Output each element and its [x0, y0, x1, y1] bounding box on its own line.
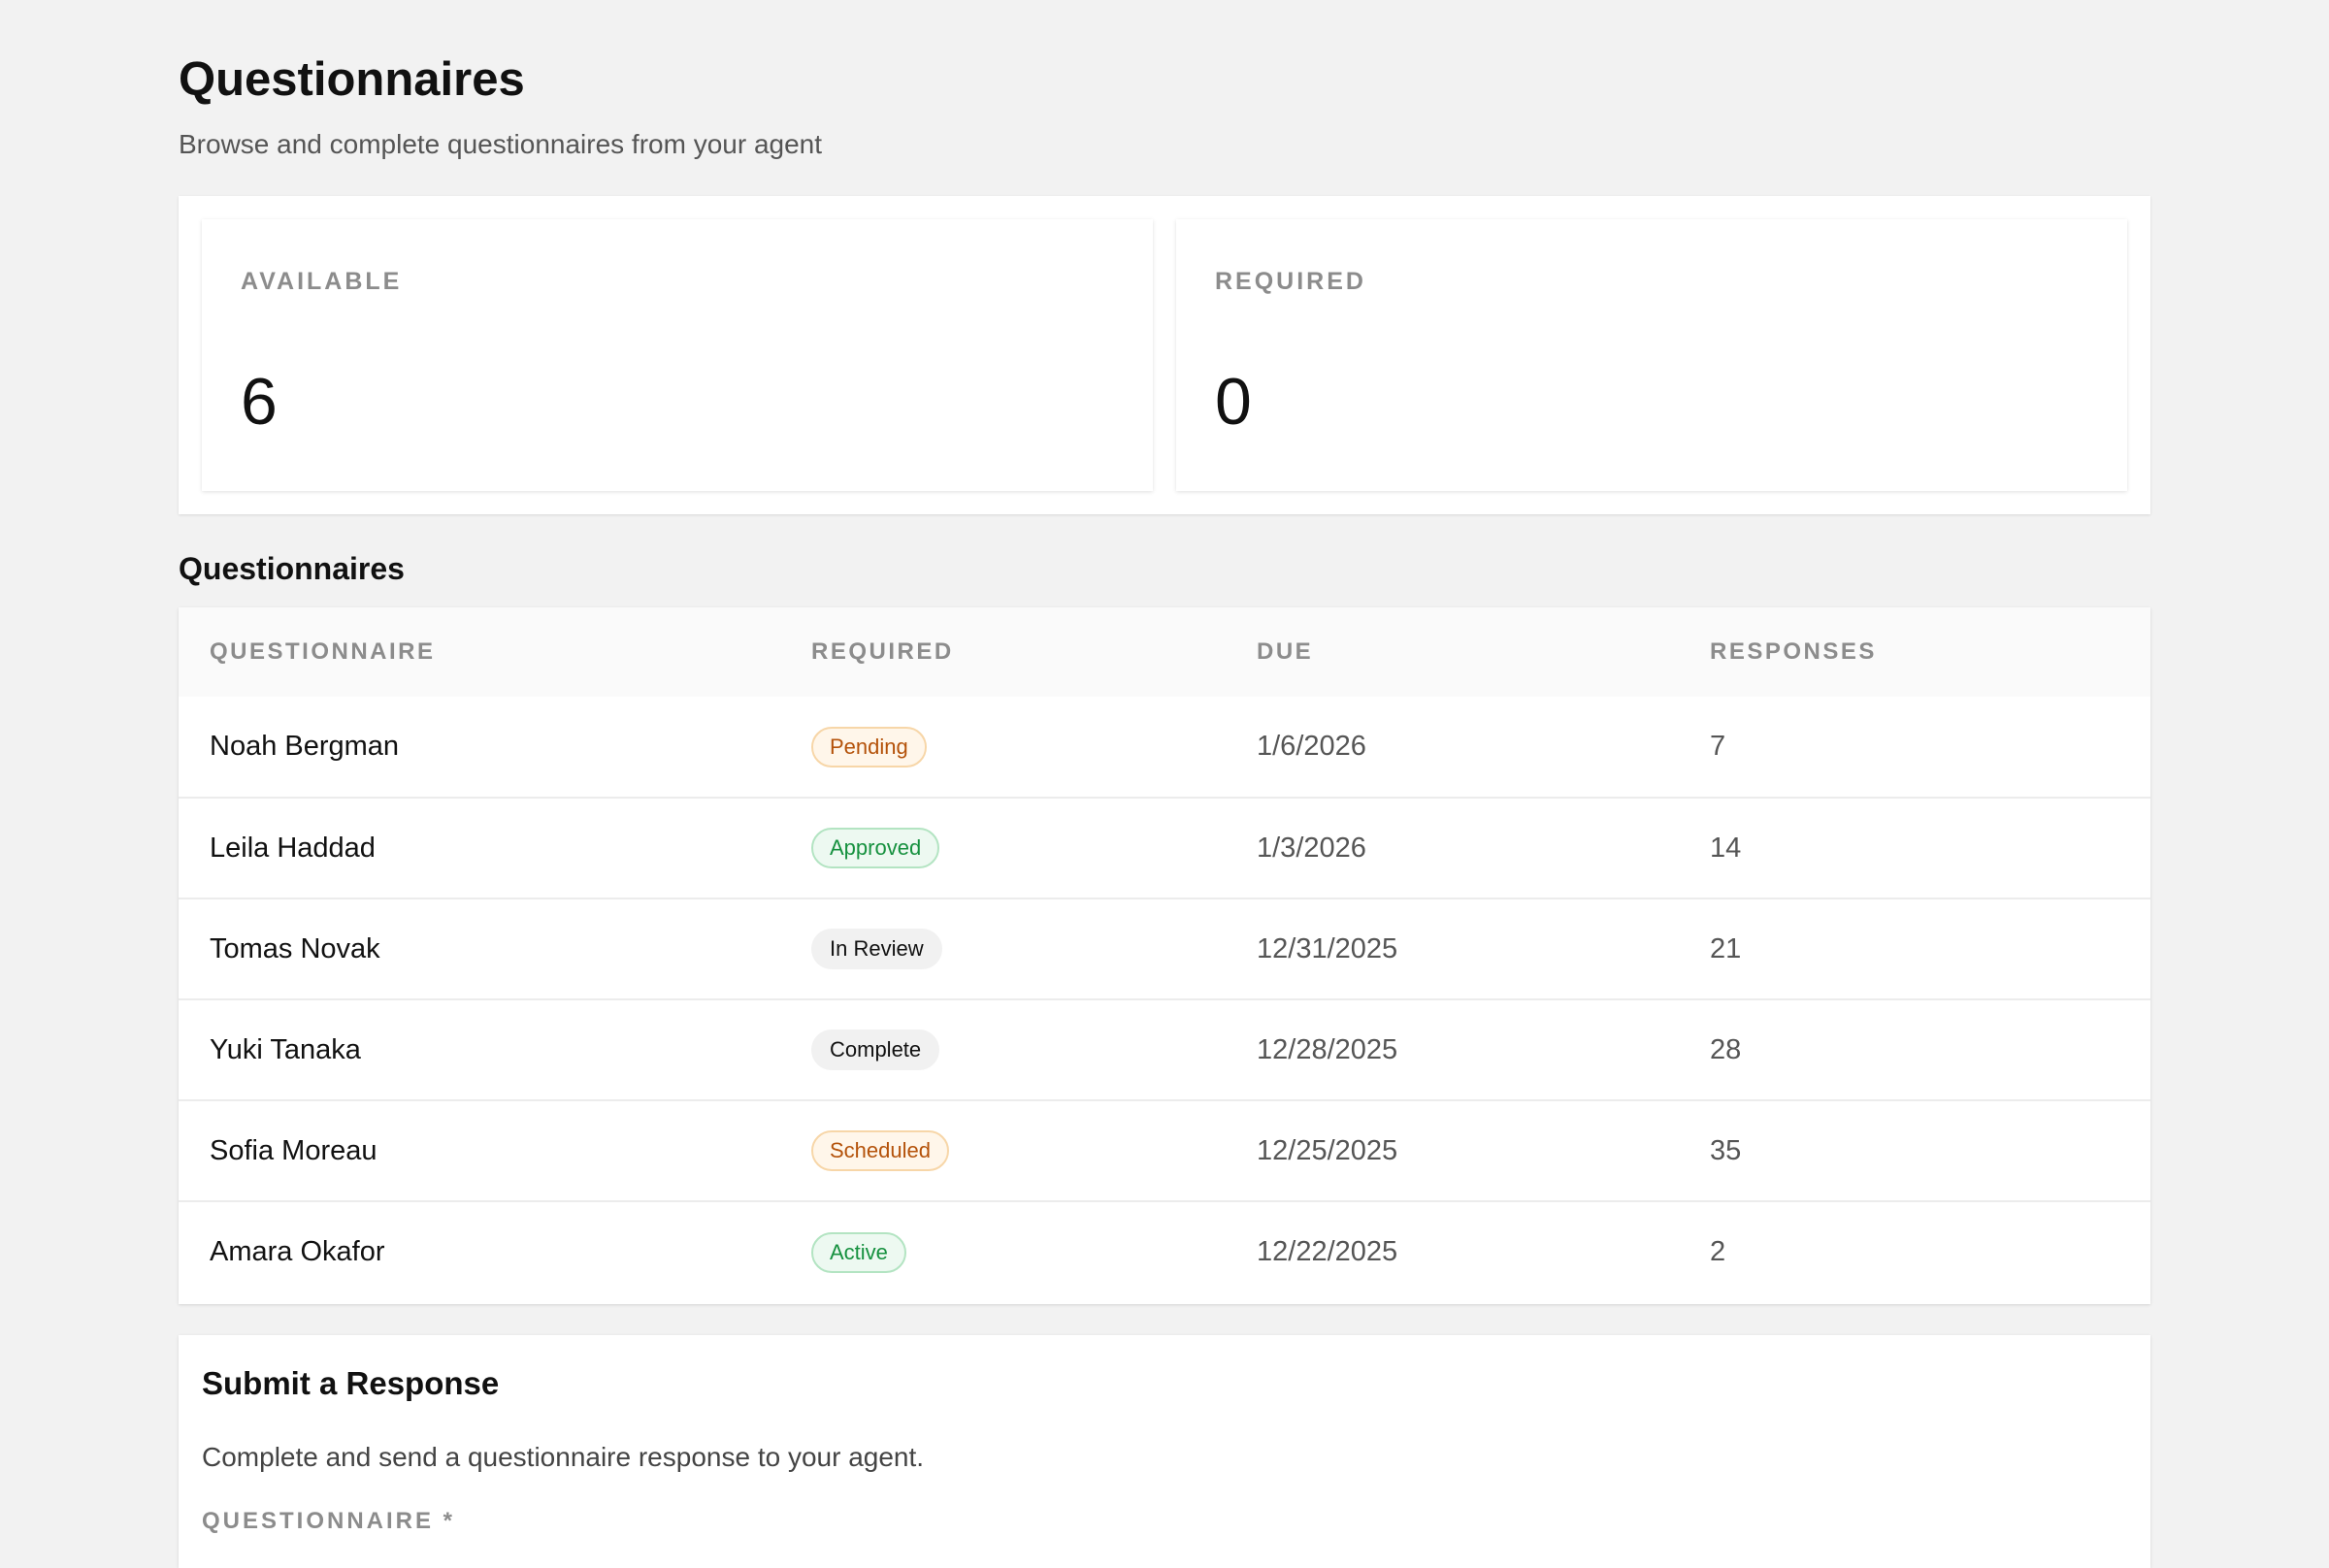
stats-panel: AVAILABLE 6 REQUIRED 0 [179, 196, 2150, 514]
status-badge: Scheduled [811, 1130, 949, 1171]
responses-count: 14 [1710, 832, 1742, 864]
due-date: 12/28/2025 [1257, 1033, 1398, 1065]
table-row[interactable]: Amara Okafor Active 12/22/2025 2 [179, 1201, 2150, 1302]
due-date: 12/25/2025 [1257, 1134, 1398, 1166]
table-row[interactable]: Leila Haddad Approved 1/3/2026 14 [179, 798, 2150, 898]
due-date: 12/31/2025 [1257, 932, 1398, 964]
stat-card-available: AVAILABLE 6 [202, 219, 1153, 491]
column-header-required[interactable]: REQUIRED [780, 607, 1226, 697]
questionnaire-name: Noah Bergman [210, 731, 400, 762]
questionnaires-table-card: QUESTIONNAIRE REQUIRED DUE RESPONSES Noa… [179, 607, 2150, 1304]
page-title: Questionnaires [179, 53, 525, 106]
status-badge: In Review [811, 929, 942, 969]
stat-card-required: REQUIRED 0 [1176, 219, 2127, 491]
status-badge: Pending [811, 726, 927, 768]
status-badge: Complete [811, 1029, 940, 1070]
submit-response-description: Complete and send a questionnaire respon… [202, 1442, 925, 1472]
responses-count: 7 [1710, 731, 1726, 762]
responses-count: 35 [1710, 1134, 1742, 1166]
table-row[interactable]: Tomas Novak In Review 12/31/2025 21 [179, 898, 2150, 999]
questionnaire-name: Amara Okafor [210, 1236, 385, 1267]
submit-response-card: Submit a Response Complete and send a qu… [179, 1335, 2150, 1568]
status-badge: Approved [811, 828, 940, 868]
questionnaire-name: Yuki Tanaka [210, 1033, 361, 1065]
stat-value-required: 0 [1215, 365, 1252, 439]
stat-value-available: 6 [241, 365, 278, 439]
due-date: 12/22/2025 [1257, 1236, 1398, 1267]
table-row[interactable]: Yuki Tanaka Complete 12/28/2025 28 [179, 999, 2150, 1100]
status-badge: Active [811, 1231, 906, 1273]
questionnaire-name: Leila Haddad [210, 832, 376, 864]
due-date: 1/6/2026 [1257, 731, 1366, 762]
responses-count: 28 [1710, 1033, 1742, 1065]
table-row[interactable]: Sofia Moreau Scheduled 12/25/2025 35 [179, 1100, 2150, 1201]
page-subtitle: Browse and complete questionnaires from … [179, 129, 823, 159]
table-row[interactable]: Noah Bergman Pending 1/6/2026 7 [179, 697, 2150, 798]
table-header-row: QUESTIONNAIRE REQUIRED DUE RESPONSES [179, 607, 2150, 697]
questionnaires-table: QUESTIONNAIRE REQUIRED DUE RESPONSES Noa… [179, 607, 2150, 1302]
submit-response-title: Submit a Response [202, 1365, 500, 1401]
stat-label-available: AVAILABLE [241, 268, 403, 295]
responses-count: 2 [1710, 1236, 1726, 1267]
column-header-questionnaire[interactable]: QUESTIONNAIRE [179, 607, 780, 697]
stat-label-required: REQUIRED [1215, 268, 1366, 295]
column-header-responses[interactable]: RESPONSES [1679, 607, 2150, 697]
column-header-due[interactable]: DUE [1226, 607, 1679, 697]
questionnaire-name: Tomas Novak [210, 932, 380, 964]
questionnaire-field-label: QUESTIONNAIRE * [202, 1508, 456, 1534]
questionnaire-name: Sofia Moreau [210, 1134, 377, 1166]
responses-count: 21 [1710, 932, 1742, 964]
questionnaires-section-title: Questionnaires [179, 551, 405, 586]
due-date: 1/3/2026 [1257, 832, 1366, 864]
